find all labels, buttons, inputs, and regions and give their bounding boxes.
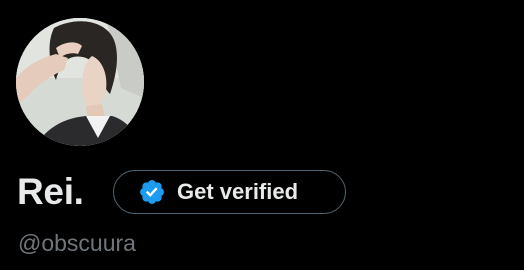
profile-display-name: Rei.: [17, 171, 84, 212]
profile-handle: @obscuura: [18, 230, 136, 256]
get-verified-button[interactable]: Get verified: [113, 170, 346, 214]
verified-badge-icon: [140, 180, 164, 204]
get-verified-label: Get verified: [177, 179, 299, 204]
avatar-image: [16, 18, 144, 146]
profile-avatar[interactable]: [16, 18, 144, 146]
